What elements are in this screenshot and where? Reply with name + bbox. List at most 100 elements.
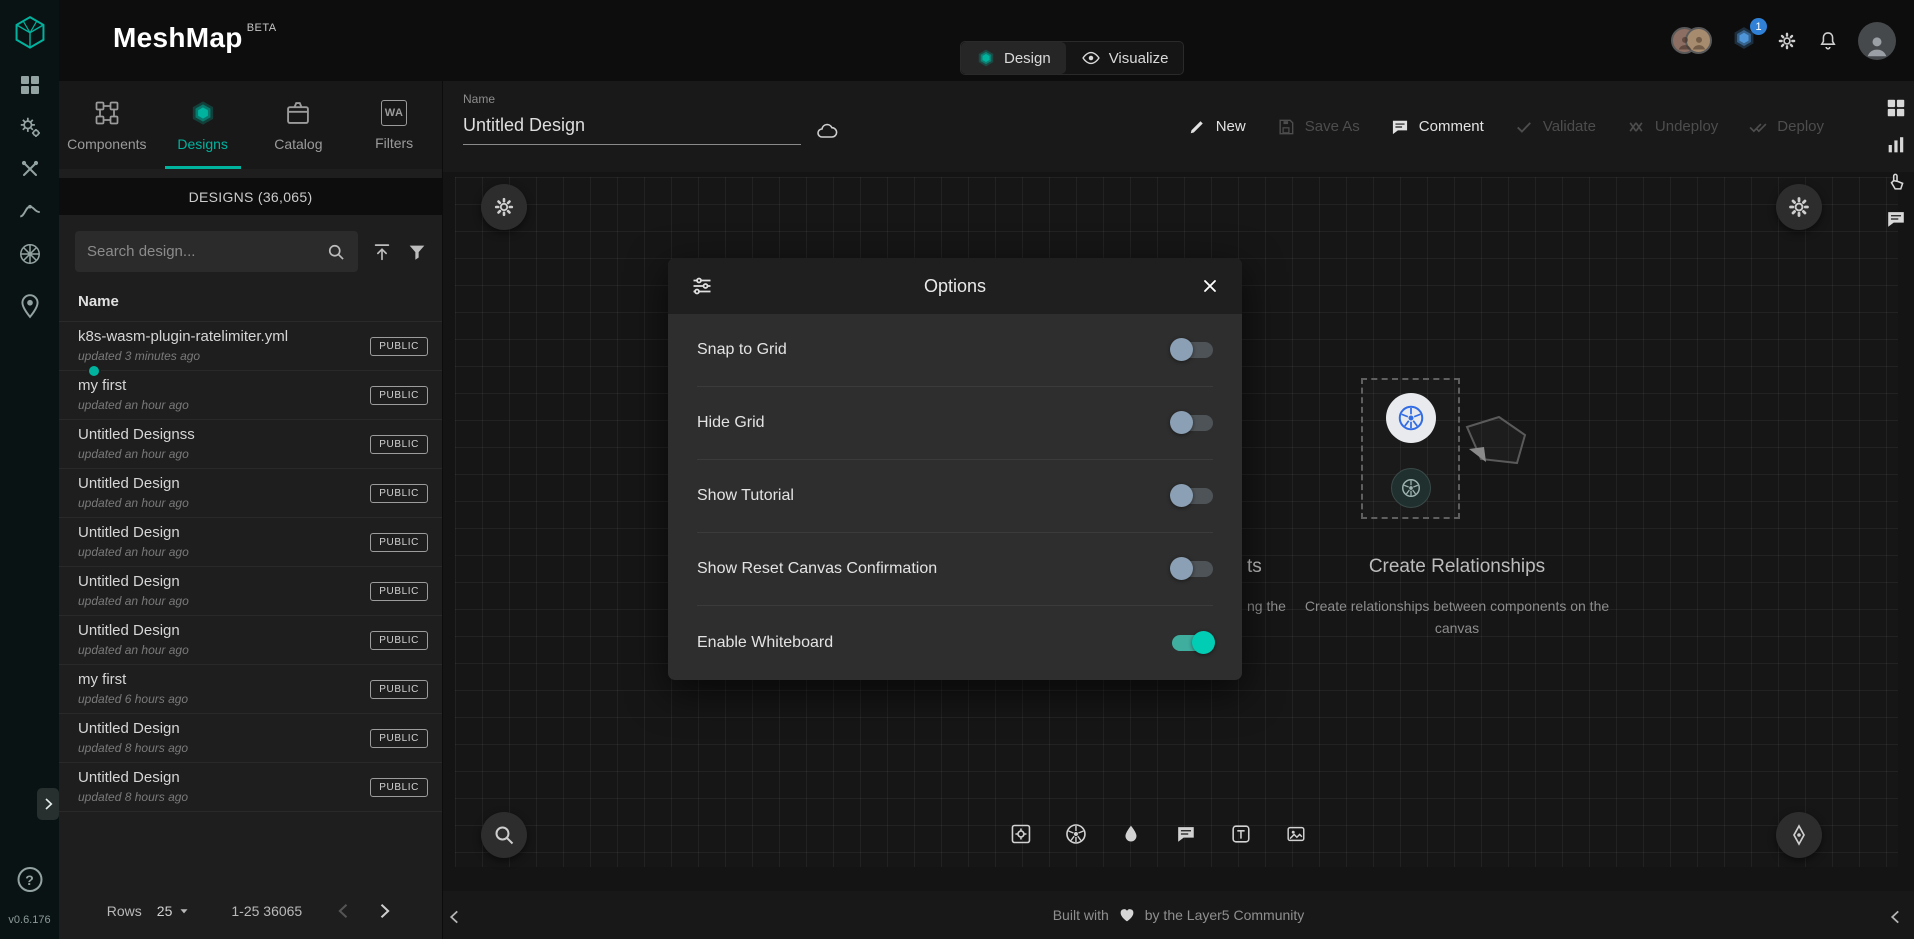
panel-tabs: Components Designs Catalog WA Filters bbox=[59, 81, 442, 169]
nav-mesh-icon[interactable] bbox=[17, 241, 43, 267]
caret-down-icon[interactable] bbox=[177, 904, 191, 918]
dock-touch-icon[interactable] bbox=[1885, 171, 1907, 193]
user-avatar[interactable] bbox=[1858, 22, 1896, 60]
gear-icon bbox=[1786, 194, 1812, 220]
design-row[interactable]: my firstupdated an hour ago PUBLIC bbox=[59, 371, 442, 420]
snap-to-grid-toggle[interactable] bbox=[1172, 342, 1213, 358]
zoom-button[interactable] bbox=[481, 812, 527, 858]
visibility-badge: PUBLIC bbox=[370, 631, 428, 650]
meshery-notification-button[interactable]: 1 bbox=[1731, 25, 1757, 56]
design-row[interactable]: k8s-wasm-plugin-ratelimiter.ymlupdated 3… bbox=[59, 322, 442, 371]
design-name-input[interactable] bbox=[463, 111, 801, 145]
canvas-settings-button[interactable] bbox=[481, 184, 527, 230]
tab-filters[interactable]: WA Filters bbox=[346, 81, 442, 169]
action-label: New bbox=[1216, 118, 1246, 135]
nav-lifecycle-icon[interactable] bbox=[17, 114, 43, 140]
comment-icon bbox=[1390, 117, 1410, 137]
tab-label: Catalog bbox=[274, 136, 322, 152]
bell-icon[interactable] bbox=[1817, 30, 1839, 52]
tab-components[interactable]: Components bbox=[59, 81, 155, 169]
dock-chart-icon[interactable] bbox=[1885, 134, 1907, 156]
enable-whiteboard-toggle[interactable] bbox=[1172, 635, 1213, 651]
visibility-badge: PUBLIC bbox=[370, 484, 428, 503]
nav-dashboard-icon[interactable] bbox=[18, 73, 42, 97]
check-icon bbox=[1514, 117, 1534, 137]
collapse-left-chevron-icon[interactable] bbox=[446, 908, 464, 926]
left-rail: ? v0.6.176 bbox=[0, 0, 59, 939]
option-row: Enable Whiteboard bbox=[697, 606, 1213, 679]
new-button[interactable]: New bbox=[1187, 117, 1246, 137]
tab-designs[interactable]: Designs bbox=[155, 81, 251, 169]
visibility-badge: PUBLIC bbox=[370, 435, 428, 454]
nav-meshmap-icon[interactable] bbox=[17, 293, 43, 319]
design-row[interactable]: Untitled Designupdated 8 hours ago PUBLI… bbox=[59, 763, 442, 812]
design-row[interactable]: Untitled Designupdated an hour ago PUBLI… bbox=[59, 567, 442, 616]
deploy-button[interactable]: Deploy bbox=[1748, 117, 1824, 137]
cloud-sync-icon bbox=[815, 119, 839, 143]
tab-label: Designs bbox=[177, 136, 228, 152]
design-updated: updated an hour ago bbox=[78, 447, 195, 461]
rows-per-page-select[interactable]: 25 bbox=[157, 903, 173, 919]
nav-toolkit-icon[interactable] bbox=[18, 157, 42, 181]
settings-gear-icon[interactable] bbox=[1776, 30, 1798, 52]
wasm-icon: WA bbox=[381, 100, 407, 126]
prev-page-button[interactable] bbox=[334, 901, 354, 921]
text-tool-button[interactable] bbox=[1223, 817, 1257, 851]
tab-catalog[interactable]: Catalog bbox=[251, 81, 347, 169]
nav-performance-icon[interactable] bbox=[17, 198, 43, 224]
validate-button[interactable]: Validate bbox=[1514, 117, 1596, 137]
undeploy-button[interactable]: Undeploy bbox=[1626, 117, 1718, 137]
collaborator-avatar[interactable] bbox=[1685, 27, 1712, 54]
dock-comment-icon[interactable] bbox=[1885, 208, 1907, 230]
draw-tool-button[interactable] bbox=[1113, 817, 1147, 851]
gear-icon bbox=[492, 195, 516, 219]
media-icon bbox=[1284, 823, 1306, 845]
layer5-logo-icon[interactable] bbox=[13, 15, 47, 49]
show-tutorial-toggle[interactable] bbox=[1172, 488, 1213, 504]
dock-grid-icon[interactable] bbox=[1885, 97, 1907, 119]
hidden-card-desc-fragment: ng the bbox=[1247, 598, 1286, 614]
save-icon bbox=[1276, 117, 1296, 137]
save-as-button[interactable]: Save As bbox=[1276, 117, 1360, 137]
search-input[interactable] bbox=[87, 243, 318, 260]
kubernetes-icon bbox=[1063, 822, 1087, 846]
plugin-tool-button[interactable] bbox=[1003, 817, 1037, 851]
status-footer: Built with by the Layer5 Community bbox=[443, 891, 1914, 939]
hide-grid-toggle[interactable] bbox=[1172, 415, 1213, 431]
footer-text: by the Layer5 Community bbox=[1145, 907, 1305, 923]
help-icon[interactable]: ? bbox=[17, 867, 42, 892]
version-label: v0.6.176 bbox=[0, 914, 59, 926]
import-design-icon[interactable] bbox=[371, 241, 393, 263]
tab-label: Filters bbox=[375, 135, 413, 151]
search-icon[interactable] bbox=[326, 242, 346, 262]
eye-icon bbox=[1081, 48, 1101, 68]
kubernetes-tool-button[interactable] bbox=[1058, 817, 1092, 851]
design-updated: updated 3 minutes ago bbox=[78, 349, 288, 363]
close-icon[interactable] bbox=[1200, 276, 1220, 296]
design-updated: updated 8 hours ago bbox=[78, 790, 188, 804]
kubernetes-node bbox=[1386, 393, 1436, 443]
visualize-mode-button[interactable]: Visualize bbox=[1066, 42, 1184, 74]
heart-icon bbox=[1118, 906, 1136, 924]
expand-rail-button[interactable] bbox=[37, 788, 59, 820]
design-row[interactable]: Untitled Designupdated an hour ago PUBLI… bbox=[59, 616, 442, 665]
design-mode-button[interactable]: Design bbox=[961, 42, 1066, 74]
visibility-badge: PUBLIC bbox=[370, 582, 428, 601]
filter-icon[interactable] bbox=[406, 241, 428, 263]
app-title: MeshMapBETA bbox=[113, 22, 277, 54]
media-tool-button[interactable] bbox=[1278, 817, 1312, 851]
meshery-design-icon bbox=[976, 48, 996, 68]
collapse-right-chevron-icon[interactable] bbox=[1887, 908, 1905, 926]
next-page-button[interactable] bbox=[374, 901, 394, 921]
design-row[interactable]: Untitled Designupdated an hour ago PUBLI… bbox=[59, 469, 442, 518]
reset-canvas-confirmation-toggle[interactable] bbox=[1172, 561, 1213, 577]
options-button[interactable] bbox=[1776, 184, 1822, 230]
design-row[interactable]: Untitled Designupdated an hour ago PUBLI… bbox=[59, 518, 442, 567]
design-row[interactable]: my firstupdated 6 hours ago PUBLIC bbox=[59, 665, 442, 714]
design-row[interactable]: Untitled Designupdated 8 hours ago PUBLI… bbox=[59, 714, 442, 763]
comment-tool-button[interactable] bbox=[1168, 817, 1202, 851]
design-row[interactable]: Untitled Designssupdated an hour ago PUB… bbox=[59, 420, 442, 469]
comment-button[interactable]: Comment bbox=[1390, 117, 1484, 137]
pen-button[interactable] bbox=[1776, 812, 1822, 858]
design-updated: updated an hour ago bbox=[78, 594, 189, 608]
